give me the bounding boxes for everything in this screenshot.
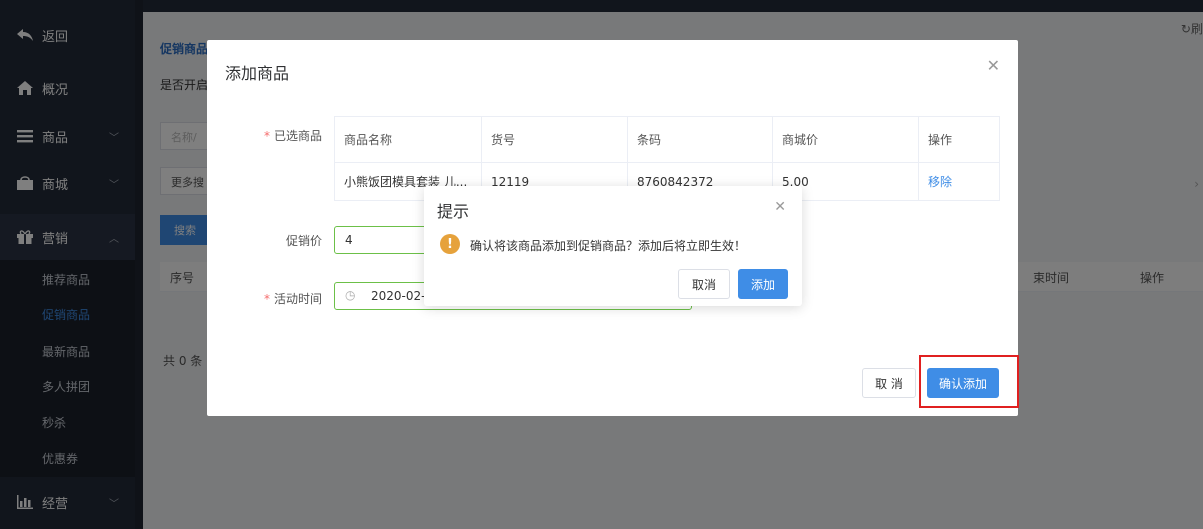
clock-icon: ◷ [345,288,356,302]
close-icon[interactable]: ✕ [774,199,786,215]
highlight-box [919,355,1019,408]
activity-time-label: * 活动时间 [263,292,322,306]
promo-price-label: 促销价 [285,234,322,248]
close-icon[interactable]: ✕ [987,56,1000,75]
warning-icon: ! [440,234,460,254]
message-text: 确认将该商品添加到促销商品？添加后将立即生效！ [470,239,747,253]
promo-price-input[interactable]: 4 [334,226,434,254]
confirm-message-box: 提示 ✕ ! 确认将该商品添加到促销商品？添加后将立即生效！ 取消 添加 [424,186,802,306]
column-header: 操作 [918,116,1000,163]
message-cancel-button[interactable]: 取消 [678,269,730,299]
time-value: 2020-02- [371,289,426,303]
column-header: 条码 [627,116,773,163]
column-header: 商城价 [772,116,919,163]
selected-products-label: * 已选商品 [263,129,322,143]
table-header-row: 商品名称 货号 条码 商城价 操作 [334,116,1000,163]
message-add-button[interactable]: 添加 [738,269,788,299]
remove-link[interactable]: 移除 [918,162,1000,201]
message-box-title: 提示 [437,202,470,221]
column-header: 货号 [481,116,628,163]
column-header: 商品名称 [334,116,482,163]
cancel-button[interactable]: 取 消 [862,368,916,398]
dialog-title: 添加商品 [225,64,290,83]
